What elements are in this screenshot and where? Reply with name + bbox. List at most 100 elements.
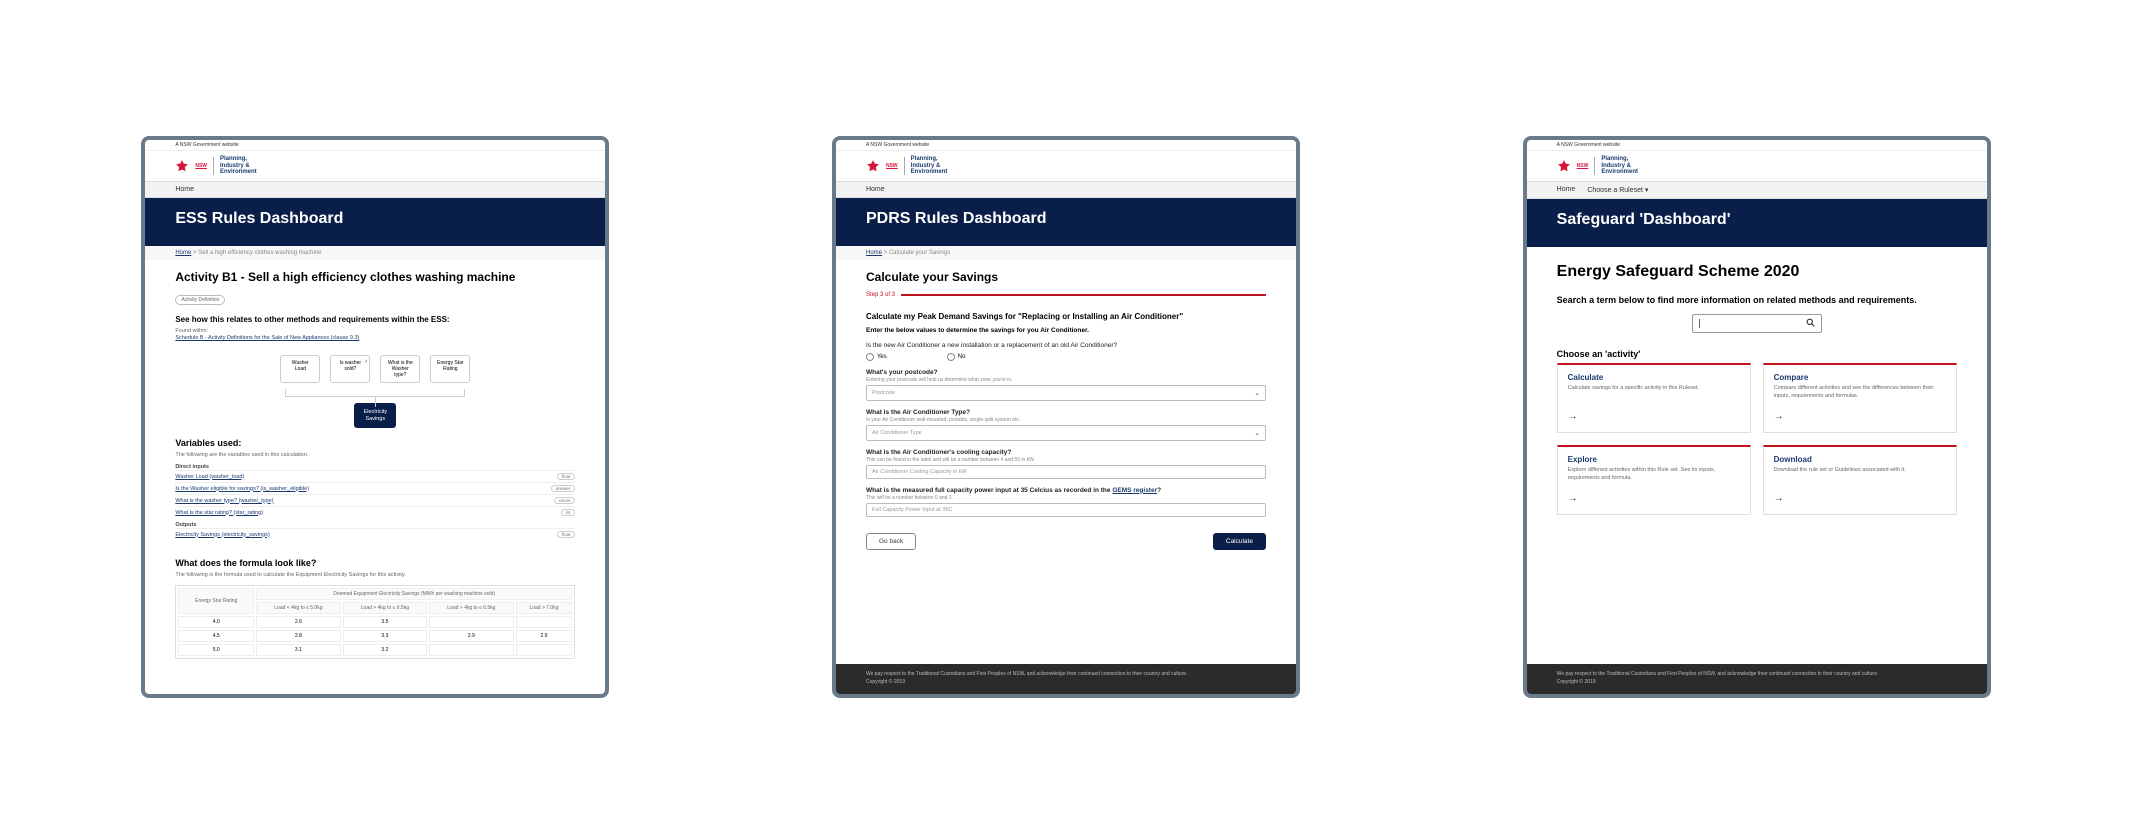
footer: We pay respect to the Traditional Custod… (836, 664, 1296, 694)
go-back-button[interactable]: Go back (866, 533, 916, 550)
nav-home[interactable]: Home (175, 186, 194, 193)
schedule-link[interactable]: Schedule B - Activity Definitions for th… (175, 335, 575, 343)
capacity-input[interactable]: Air Conditioner Cooling Capacity in kW (866, 465, 1266, 479)
table-subheader: Load < 4kg to ≤ 5.0kg (256, 602, 340, 614)
variable-row[interactable]: Washer Load (washer_load) float (175, 470, 575, 482)
postcode-hint: Entering your postcode will help us dete… (866, 377, 1266, 383)
type-select[interactable]: Air Conditioner Type ⌄ (866, 425, 1266, 441)
header: NSW Planning, Industry & Environment (1527, 151, 1987, 181)
breadcrumb-home[interactable]: Home (866, 250, 882, 256)
brand-separator (213, 157, 214, 175)
step-label: Step 3 of 3 (866, 292, 895, 298)
nav-home[interactable]: Home (1557, 186, 1576, 194)
search-input[interactable] (1692, 314, 1822, 333)
table-subheader: Load > 4kg to ≤ 6.5kg (343, 602, 427, 614)
footer-copyright: Copyright © 2019 (1557, 678, 1957, 686)
nav-bar: Home (836, 181, 1296, 198)
flow-box[interactable]: What is the Washer type? (380, 355, 420, 383)
flow-box[interactable]: Washer Load (280, 355, 320, 383)
calc-heading: Calculate your Savings (866, 270, 1266, 284)
page-title: Safeguard 'Dashboard' (1527, 199, 1987, 247)
tile-compare[interactable]: Compare Compare different activities and… (1763, 363, 1957, 433)
variable-row[interactable]: Is the Washer eligible for savings? (is_… (175, 482, 575, 494)
gems-link[interactable]: GEMS register (1112, 487, 1157, 494)
variable-row[interactable]: Electricity Savings (electricity_savings… (175, 528, 575, 540)
activity-heading: Activity B1 - Sell a high efficiency clo… (175, 270, 575, 284)
header: NSW Planning, Industry & Environment (145, 151, 605, 181)
flow-box[interactable]: Energy Star Rating (430, 355, 470, 383)
brand-separator (904, 157, 905, 175)
safeguard-dashboard-card: A NSW Government website NSW Planning, I… (1523, 136, 1991, 698)
postcode-select[interactable]: Postcode ⌄ (866, 385, 1266, 401)
page-title: ESS Rules Dashboard (145, 198, 605, 246)
chevron-down-icon: ⌄ (1254, 429, 1260, 437)
choose-activity-heading: Choose an 'activity' (1557, 349, 1957, 359)
tile-desc: Compare different activities and see the… (1774, 385, 1946, 405)
footer-copyright: Copyright © 2019 (866, 678, 1266, 686)
header: NSW Planning, Industry & Environment (836, 151, 1296, 181)
brand-text: Planning, Industry & Environment (1601, 156, 1638, 176)
search-prompt: Search a term below to find more informa… (1557, 295, 1957, 307)
formula-heading: What does the formula look like? (175, 558, 575, 568)
table-row: 5.0 3.1 3.2 (178, 644, 572, 656)
nav-home[interactable]: Home (866, 186, 885, 193)
calculate-button[interactable]: Calculate (1213, 533, 1266, 550)
nav-choose-ruleset[interactable]: Choose a Ruleset ▾ (1587, 186, 1648, 194)
tile-calculate[interactable]: Calculate Calculate savings for a specif… (1557, 363, 1751, 433)
variables-intro: The following are the variables used in … (175, 452, 575, 460)
tile-title: Explore (1568, 455, 1740, 464)
content: Activity B1 - Sell a high efficiency clo… (145, 260, 605, 694)
breadcrumb-current: Calculate your Savings (889, 250, 950, 256)
tile-title: Download (1774, 455, 1946, 464)
formula-intro: The following is the formula used to cal… (175, 572, 575, 580)
table-header: Energy Star Rating (178, 588, 254, 614)
calc-subheading: Calculate my Peak Demand Savings for "Re… (866, 312, 1266, 321)
footer-ack: We pay respect to the Traditional Custod… (866, 670, 1266, 678)
arrow-right-icon: → (1774, 411, 1946, 422)
radio-icon (947, 353, 955, 361)
gov-label: A NSW Government website (145, 140, 605, 151)
nsw-logo-icon (175, 159, 189, 173)
search-icon (1806, 318, 1815, 329)
nsw-logo-icon (866, 159, 880, 173)
ess-dashboard-card: A NSW Government website NSW Planning, I… (141, 136, 609, 698)
step-progress-icon (901, 294, 1266, 296)
nsw-label: NSW (886, 163, 898, 169)
brand-line: Environment (220, 169, 257, 176)
arrow-right-icon: → (1774, 493, 1946, 504)
radio-group: Yes No (866, 353, 1266, 361)
breadcrumb: Home > Calculate your Savings (836, 246, 1296, 260)
postcode-label: What's your postcode? (866, 369, 1266, 376)
variable-row[interactable]: What is the star rating? (star_rating) i… (175, 506, 575, 518)
cursor-icon (1699, 319, 1806, 328)
relates-heading: See how this relates to other methods an… (175, 315, 575, 324)
activity-badge: Activity Definition (175, 295, 225, 305)
pdrs-dashboard-card: A NSW Government website NSW Planning, I… (832, 136, 1300, 698)
tiles-grid: Calculate Calculate savings for a specif… (1557, 363, 1957, 515)
capacity-label: What is the Air Conditioner's cooling ca… (866, 449, 1266, 456)
tile-desc: Explore different activities within this… (1568, 467, 1740, 487)
radio-no[interactable]: No (947, 353, 966, 361)
radio-yes[interactable]: Yes (866, 353, 887, 361)
breadcrumb-home[interactable]: Home (175, 250, 191, 256)
enter-values-label: Enter the below values to determine the … (866, 327, 1266, 334)
breadcrumb-current: Sell a high efficiency clothes washing m… (198, 250, 321, 256)
nsw-label: NSW (195, 163, 207, 169)
nav-bar: Home (145, 181, 605, 198)
flow-connector-icon (285, 389, 465, 397)
gov-label: A NSW Government website (836, 140, 1296, 151)
content: Energy Safeguard Scheme 2020 Search a te… (1527, 247, 1987, 664)
chevron-down-icon: ⌄ (1254, 389, 1260, 397)
tile-explore[interactable]: Explore Explore different activities wit… (1557, 445, 1751, 515)
flow-box[interactable]: Is washer sold? (330, 355, 370, 383)
tile-download[interactable]: Download Download the rule set or Guidel… (1763, 445, 1957, 515)
power-input[interactable]: Full Capacity Power Input at 35C (866, 503, 1266, 517)
brand-line: Planning, (220, 156, 257, 163)
brand-text: Planning, Industry & Environment (911, 156, 948, 176)
brand-text: Planning, Industry & Environment (220, 156, 257, 176)
variable-row[interactable]: What is the washer type? (washer_type) e… (175, 494, 575, 506)
table-subheader: Load > 4kg to ≤ 6.5kg (429, 602, 513, 614)
formula-table: Energy Star Rating Deemed Equipment Elec… (175, 585, 575, 659)
tile-desc: Download the rule set or Guidelines asso… (1774, 467, 1946, 487)
power-hint: This will be a number between 0 and 1. (866, 495, 1266, 501)
